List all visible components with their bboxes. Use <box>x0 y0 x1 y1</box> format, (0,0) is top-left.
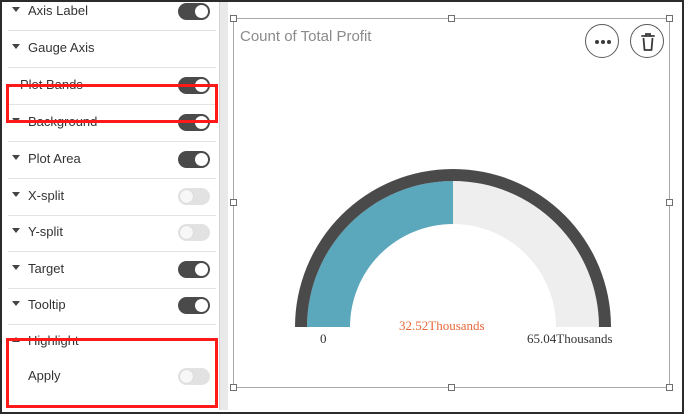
gauge-value-fill <box>307 181 453 327</box>
gauge-value-label: 32.52Thousands <box>399 318 485 333</box>
gauge-min-label: 0 <box>320 331 327 346</box>
gauge-chart <box>295 169 611 327</box>
gauge-max-label: 65.04Thousands <box>527 331 613 346</box>
